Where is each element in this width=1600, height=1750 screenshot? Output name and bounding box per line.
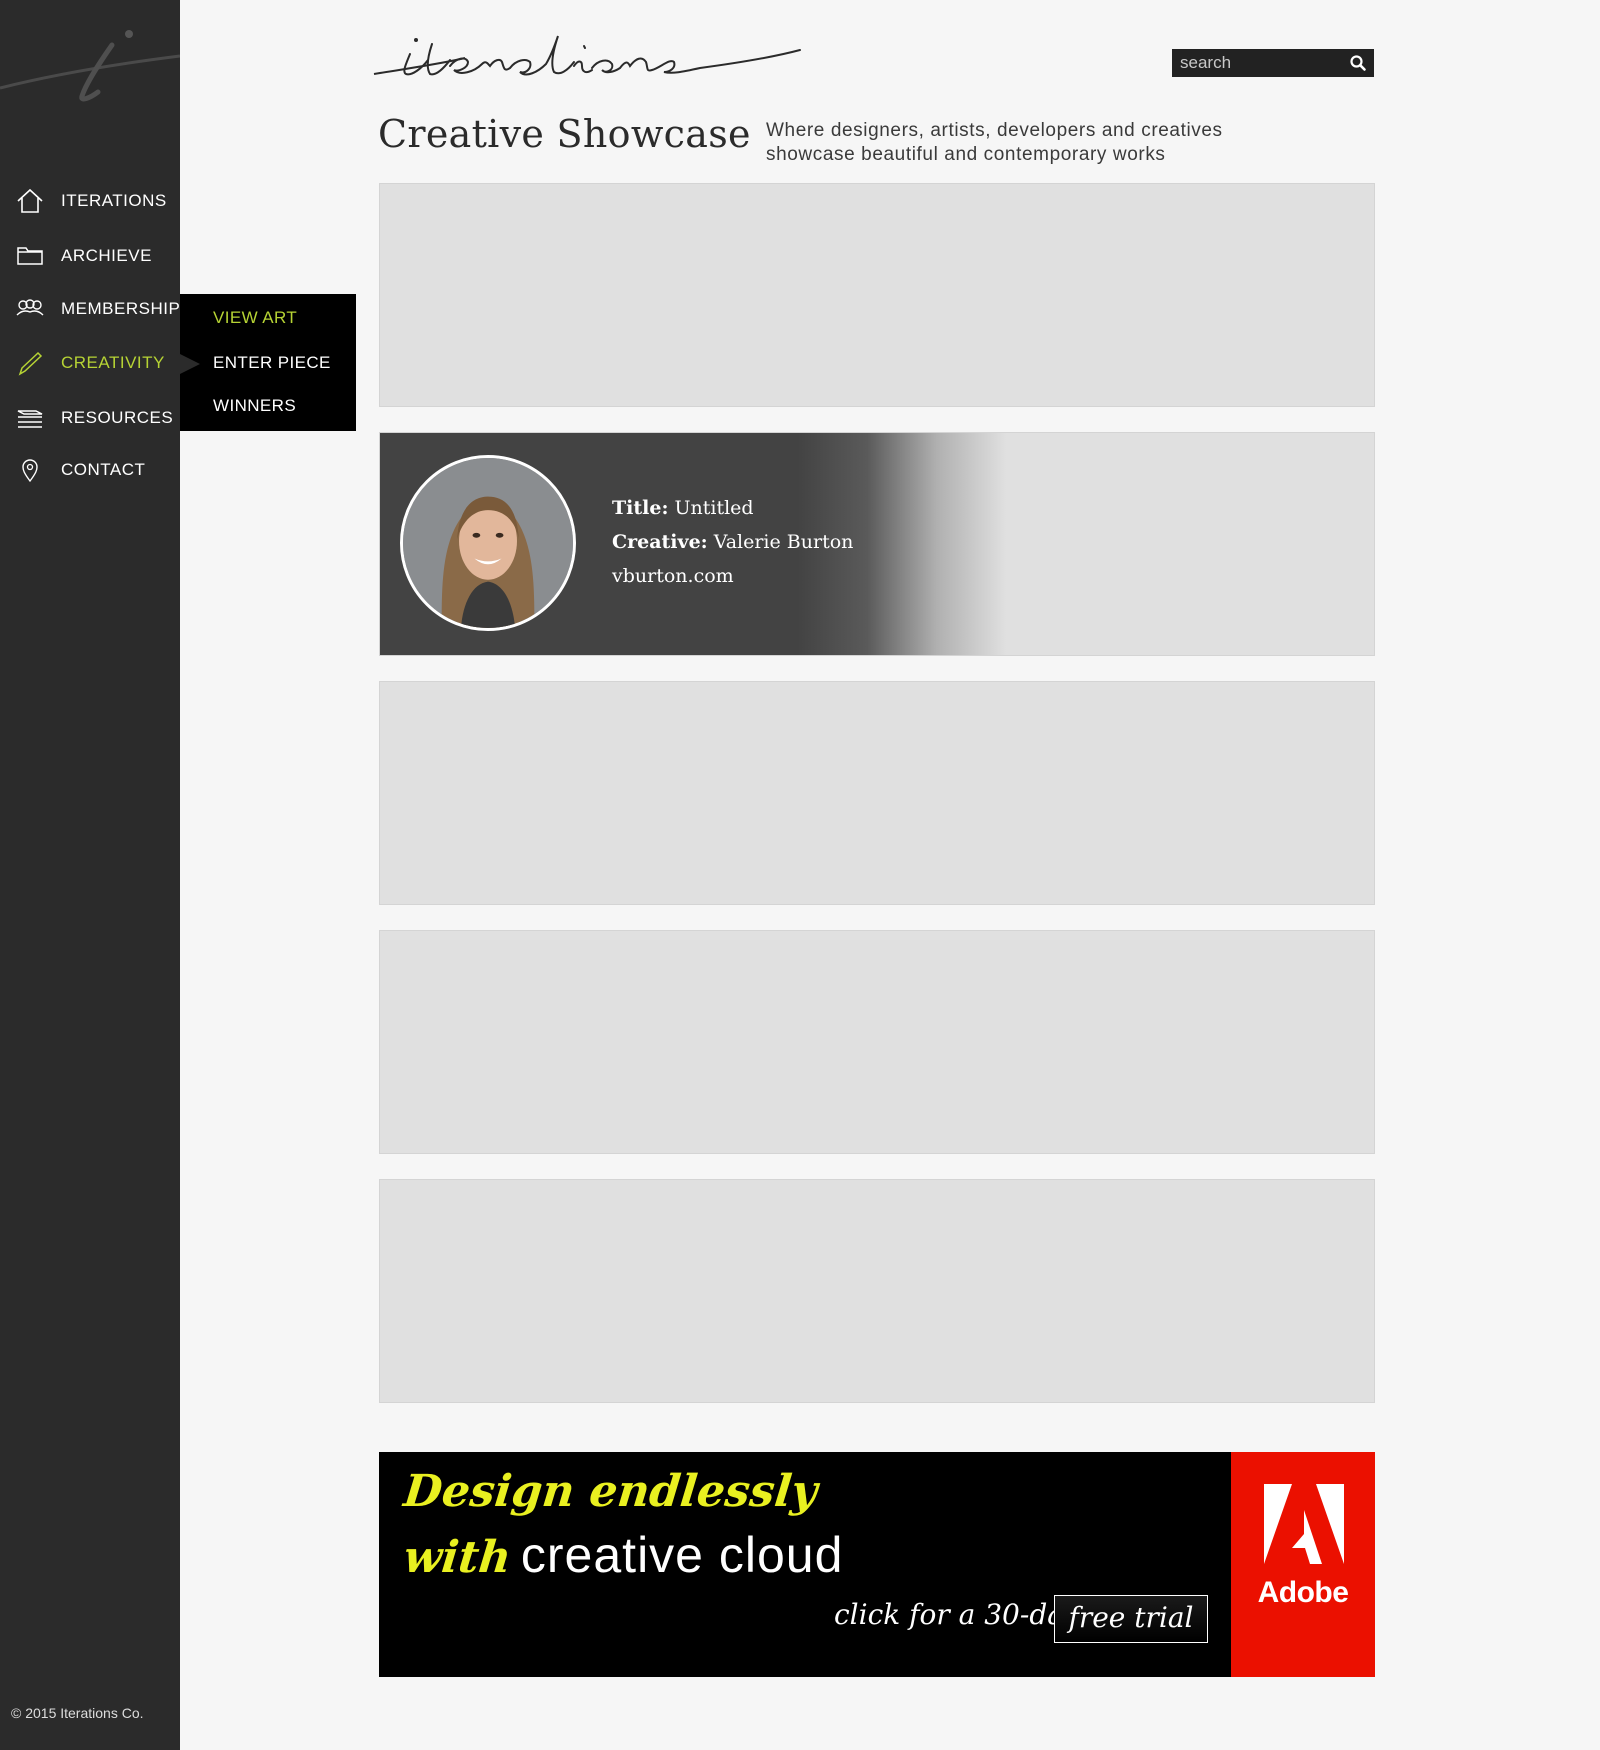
copyright: © 2015 Iterations Co. [11,1705,144,1721]
nav-item-resources[interactable]: RESOURCES [0,397,180,437]
nav-label-resources: RESOURCES [61,408,174,427]
submenu-winners[interactable]: WINNERS [213,396,296,416]
creative-value: Valerie Burton [713,531,854,553]
adobe-brand-text: Adobe [1257,1576,1349,1609]
sidebar: ITERATIONS ARCHIEVE MEMBERSHIP CREATIVIT… [0,0,180,1750]
tagline-line-1: Where designers, artists, developers and… [766,120,1223,141]
showcase-card[interactable] [379,1179,1375,1403]
adobe-logo-box: Adobe [1231,1452,1375,1677]
nav-item-archieve[interactable]: ARCHIEVE [0,235,180,275]
ad-subheadline: with creative cloud [401,1526,844,1584]
search-input[interactable] [1180,52,1340,74]
nav-label-iterations: ITERATIONS [61,191,167,210]
nav-label-contact: CONTACT [61,460,146,479]
adobe-ad-banner[interactable]: Design endlessly with creative cloud clic… [379,1452,1375,1677]
creative-portrait [400,455,576,631]
tagline-line-2: showcase beautiful and contemporary work… [766,144,1166,165]
creative-label: Creative: [612,531,708,553]
ad-creative-cloud: creative cloud [520,1527,844,1583]
people-icon [16,299,44,316]
adobe-logo-icon [1264,1484,1344,1564]
pencil-icon [18,351,43,376]
title-value: Untitled [674,497,754,519]
page-tagline: Where designers, artists, developers and… [766,119,1306,167]
nav-label-creativity: CREATIVITY [61,353,165,372]
nav-label-archieve: ARCHIEVE [61,246,152,265]
nav-item-creativity[interactable]: CREATIVITY [0,342,180,382]
creativity-submenu: VIEW ART ENTER PIECE WINNERS [180,294,356,431]
page-title: Creative Showcase [378,112,751,156]
showcase-card[interactable] [379,183,1375,407]
search-icon[interactable] [1348,53,1368,73]
home-icon [17,188,43,213]
submenu-enter-piece[interactable]: ENTER PIECE [213,353,331,373]
featured-creative-row: Creative: Valerie Burton [612,531,853,565]
ad-cta-text: click for a 30-day [834,1598,1080,1631]
featured-title-row: Title: Untitled [612,497,853,531]
nav-item-membership[interactable]: MEMBERSHIP [0,288,180,328]
submenu-view-art[interactable]: VIEW ART [213,308,297,328]
featured-meta: Title: Untitled Creative: Valerie Burton… [612,497,853,599]
map-pin-icon [22,459,38,483]
folder-icon [17,247,43,265]
iterations-monogram-logo[interactable] [0,0,180,120]
title-label: Title: [612,497,669,519]
showcase-card[interactable] [379,930,1375,1154]
search-box [1172,49,1374,77]
stack-icon [17,410,43,428]
ad-with: with [401,1532,514,1583]
showcase-card[interactable] [379,681,1375,905]
submenu-pointer [180,354,200,374]
iterations-wordmark[interactable]: iterations [370,28,860,90]
nav-label-membership: MEMBERSHIP [61,299,181,318]
showcase-card-featured[interactable]: Title: Untitled Creative: Valerie Burton… [379,432,1375,656]
free-trial-button[interactable]: free trial [1054,1595,1208,1643]
ad-headline: Design endlessly [401,1466,820,1517]
nav-item-iterations[interactable]: ITERATIONS [0,180,180,220]
nav-item-contact[interactable]: CONTACT [0,449,180,489]
creative-website-link[interactable]: vburton.com [612,565,853,599]
